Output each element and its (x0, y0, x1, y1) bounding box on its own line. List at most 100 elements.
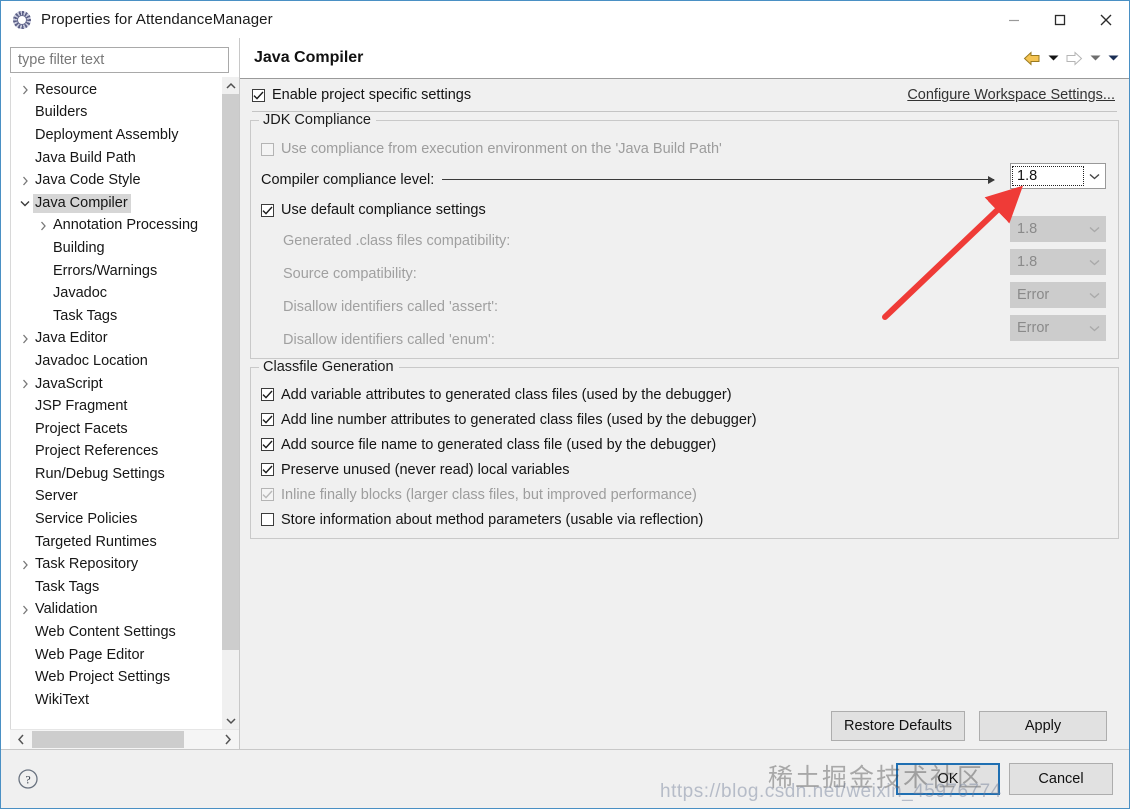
minimize-button[interactable] (991, 1, 1037, 38)
sidebar-item-task-tags[interactable]: Task Tags (11, 576, 221, 599)
sidebar-item-task-tags[interactable]: Task Tags (11, 305, 221, 328)
chevron-down-icon (1083, 259, 1105, 266)
checkbox-box (261, 513, 274, 526)
sidebar-item-java-compiler[interactable]: Java Compiler (11, 192, 221, 215)
ok-button[interactable]: OK (896, 763, 1000, 795)
chevron-down-icon[interactable] (17, 200, 33, 207)
sidebar-item-java-editor[interactable]: Java Editor (11, 328, 221, 351)
chevron-right-icon[interactable] (17, 334, 33, 344)
classfile-option-checkbox[interactable]: Store information about method parameter… (261, 507, 1108, 532)
use-default-compliance-checkbox[interactable]: Use default compliance settings (261, 196, 1108, 224)
sidebar-item-label: Project References (35, 443, 159, 460)
search-input[interactable] (11, 48, 228, 72)
scroll-down-arrow-icon[interactable] (222, 712, 239, 729)
tree-scroll-thumb[interactable] (222, 94, 239, 650)
page-header: Java Compiler (240, 38, 1129, 79)
settings-panel: Java Compiler Enable project specific se… (239, 38, 1129, 749)
help-question-icon[interactable]: ? (17, 768, 39, 790)
settings-sidebar: Resource Builders Deployment Assembly Java … (1, 38, 239, 749)
page-menu-chevron-down-icon[interactable] (1105, 46, 1121, 70)
window-controls (991, 1, 1129, 38)
sidebar-item-deployment-assembly[interactable]: Deployment Assembly (11, 124, 221, 147)
disallow-assert-combo[interactable]: Error (1010, 282, 1106, 308)
apply-button[interactable]: Apply (979, 711, 1107, 741)
sidebar-item-project-facets[interactable]: Project Facets (11, 418, 221, 441)
tree-vertical-scrollbar[interactable] (221, 77, 239, 729)
sidebar-item-label: JSP Fragment (35, 398, 128, 415)
jdk-sub-row: Disallow identifiers called 'enum': (261, 323, 1108, 356)
sidebar-item-java-code-style[interactable]: Java Code Style (11, 169, 221, 192)
classfile-option-label: Inline finally blocks (larger class file… (281, 486, 697, 503)
forward-arrow-icon[interactable] (1063, 46, 1085, 70)
sidebar-item-task-repository[interactable]: Task Repository (11, 553, 221, 576)
chevron-right-icon[interactable] (17, 85, 33, 95)
classfile-option-checkbox[interactable]: Inline finally blocks (larger class file… (261, 482, 1108, 507)
use-execution-environment-checkbox[interactable]: Use compliance from execution environmen… (261, 135, 1108, 163)
chevron-right-icon[interactable] (35, 221, 51, 231)
tree-hscroll-thumb[interactable] (32, 731, 184, 748)
disallow-enum-combo[interactable]: Error (1010, 315, 1106, 341)
enable-project-specific-checkbox[interactable]: Enable project specific settings (252, 83, 471, 108)
sidebar-item-label: Java Editor (35, 330, 108, 347)
compliance-level-combo[interactable]: 1.8 (1010, 163, 1106, 189)
sidebar-item-jsp-fragment[interactable]: JSP Fragment (11, 395, 221, 418)
source-compat-value: 1.8 (1017, 254, 1038, 270)
chevron-right-icon[interactable] (17, 560, 33, 570)
sidebar-item-builders[interactable]: Builders (11, 102, 221, 125)
chevron-right-icon[interactable] (17, 379, 33, 389)
sidebar-item-building[interactable]: Building (11, 237, 221, 260)
sidebar-item-web-page-editor[interactable]: Web Page Editor (11, 644, 221, 667)
classfile-option-checkbox[interactable]: Add line number attributes to generated … (261, 407, 1108, 432)
sidebar-item-validation[interactable]: Validation (11, 599, 221, 622)
sidebar-item-annotation-processing[interactable]: Annotation Processing (11, 215, 221, 238)
sidebar-item-service-policies[interactable]: Service Policies (11, 508, 221, 531)
checkbox-box (261, 142, 274, 156)
sidebar-item-label: Java Code Style (35, 172, 141, 189)
classfile-option-checkbox[interactable]: Add variable attributes to generated cla… (261, 382, 1108, 407)
chevron-right-icon[interactable] (17, 605, 33, 615)
sidebar-item-resource[interactable]: Resource (11, 79, 221, 102)
sidebar-item-wikitext[interactable]: WikiText (11, 689, 221, 712)
forward-history-chevron-down-icon[interactable] (1087, 46, 1103, 70)
chevron-right-icon[interactable] (17, 176, 33, 186)
tree-horizontal-scrollbar[interactable] (10, 729, 239, 749)
sidebar-item-label: Run/Debug Settings (35, 465, 165, 482)
jdk-sub-row: Generated .class files compatibility: (261, 224, 1108, 257)
classfile-generation-group: Classfile Generation Add variable attrib… (250, 359, 1119, 539)
sidebar-item-server[interactable]: Server (11, 486, 221, 509)
maximize-button[interactable] (1037, 1, 1083, 38)
scroll-up-arrow-icon[interactable] (222, 77, 239, 94)
sidebar-item-javascript[interactable]: JavaScript (11, 373, 221, 396)
sidebar-item-web-content-settings[interactable]: Web Content Settings (11, 621, 221, 644)
back-history-chevron-down-icon[interactable] (1045, 46, 1061, 70)
settings-tree-wrap: Resource Builders Deployment Assembly Java … (10, 77, 239, 729)
checkbox-box (261, 388, 274, 401)
tree-hscroll-track[interactable] (184, 730, 217, 749)
sidebar-item-targeted-runtimes[interactable]: Targeted Runtimes (11, 531, 221, 554)
sidebar-item-javadoc[interactable]: Javadoc (11, 282, 221, 305)
jdk-sub-row-label: Disallow identifiers called 'assert': (283, 298, 499, 315)
back-arrow-icon[interactable] (1021, 46, 1043, 70)
sidebar-item-label: Task Tags (53, 307, 118, 324)
disallow-assert-value: Error (1017, 287, 1050, 303)
scroll-right-arrow-icon[interactable] (217, 730, 239, 749)
sidebar-item-javadoc-location[interactable]: Javadoc Location (11, 350, 221, 373)
restore-defaults-button[interactable]: Restore Defaults (831, 711, 965, 741)
generated-class-compat-combo[interactable]: 1.8 (1010, 216, 1106, 242)
close-button[interactable] (1083, 1, 1129, 38)
filter-box[interactable] (10, 47, 229, 73)
chevron-down-icon (1083, 325, 1105, 332)
scroll-left-arrow-icon[interactable] (10, 730, 32, 749)
configure-workspace-settings-link[interactable]: Configure Workspace Settings... (907, 87, 1115, 103)
sidebar-item-run-debug-settings[interactable]: Run/Debug Settings (11, 463, 221, 486)
sidebar-item-project-references[interactable]: Project References (11, 441, 221, 464)
cancel-button[interactable]: Cancel (1009, 763, 1113, 795)
classfile-option-checkbox[interactable]: Preserve unused (never read) local varia… (261, 457, 1108, 482)
sidebar-item-java-build-path[interactable]: Java Build Path (11, 147, 221, 170)
tree-scroll-track[interactable] (222, 650, 239, 712)
sidebar-item-errors-warnings[interactable]: Errors/Warnings (11, 260, 221, 283)
classfile-option-label: Preserve unused (never read) local varia… (281, 461, 570, 478)
source-compat-combo[interactable]: 1.8 (1010, 249, 1106, 275)
classfile-option-checkbox[interactable]: Add source file name to generated class … (261, 432, 1108, 457)
sidebar-item-web-project-settings[interactable]: Web Project Settings (11, 666, 221, 689)
